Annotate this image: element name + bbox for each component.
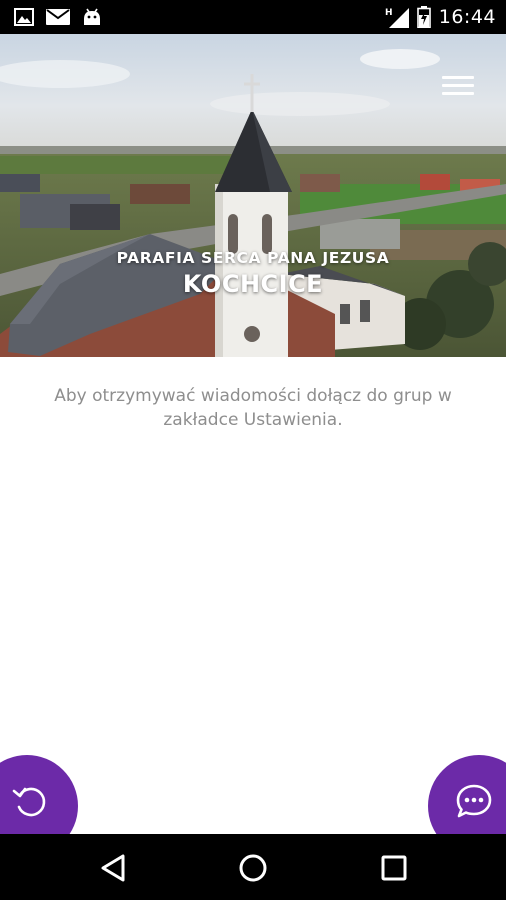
chat-bubble-icon: [456, 784, 492, 818]
parish-heading: PARAFIA SERCA PANA JEZUSA KOCHCICE: [0, 248, 506, 299]
mail-icon: [46, 9, 70, 25]
navigation-bar: [0, 834, 506, 900]
home-circle-icon[interactable]: [235, 850, 271, 886]
network-type-label: H: [385, 8, 393, 18]
image-icon: [14, 8, 34, 26]
empty-state-message: Aby otrzymywać wiadomości dołącz do grup…: [54, 386, 452, 430]
status-notifications: [14, 6, 102, 28]
status-time: 16:44: [438, 6, 496, 28]
header-hero: PARAFIA SERCA PANA JEZUSA KOCHCICE: [0, 34, 506, 357]
app-screen: H 16:44 PARAFIA SERCA PANA JEZUSA KOCHCI…: [0, 0, 506, 900]
parish-subtitle: PARAFIA SERCA PANA JEZUSA: [116, 249, 390, 267]
hamburger-menu-icon[interactable]: [440, 72, 476, 100]
android-icon: [84, 8, 100, 25]
status-bar: H 16:44: [0, 0, 506, 34]
status-system: H 16:44: [385, 4, 496, 30]
signal-icon: H: [385, 8, 409, 28]
back-triangle-icon[interactable]: [96, 850, 132, 886]
church-photo: [0, 34, 506, 357]
parish-title: KOCHCICE: [182, 270, 324, 298]
refresh-icon: [12, 787, 46, 817]
battery-icon: [416, 6, 431, 28]
recents-square-icon[interactable]: [376, 850, 412, 886]
